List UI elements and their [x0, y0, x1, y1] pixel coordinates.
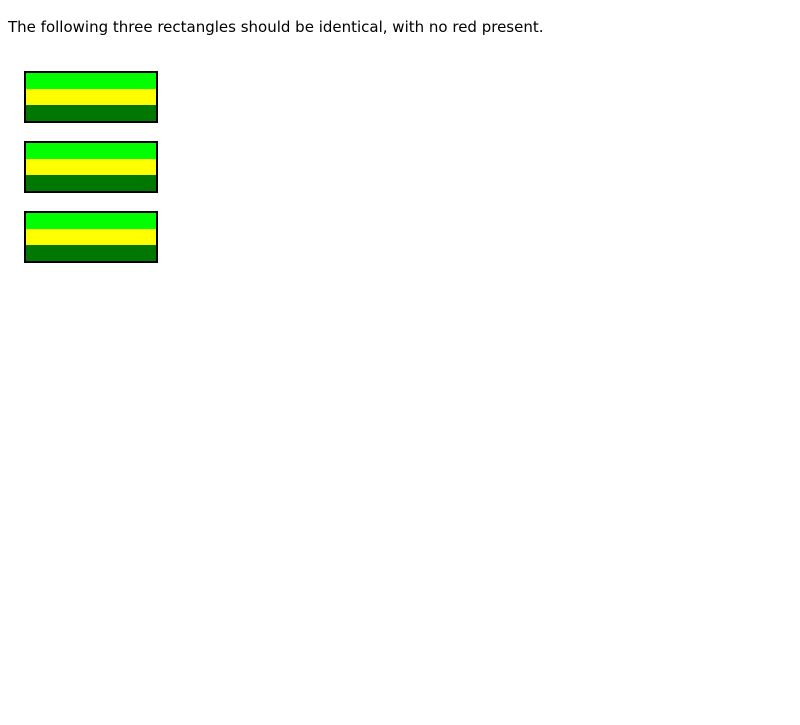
band-bottom — [26, 245, 156, 261]
test-rectangle-3 — [24, 211, 158, 263]
band-middle — [26, 229, 156, 245]
band-middle — [26, 159, 156, 175]
band-bottom — [26, 105, 156, 121]
band-bottom — [26, 175, 156, 191]
test-rectangle-2 — [24, 141, 158, 193]
instruction-text: The following three rectangles should be… — [8, 18, 544, 36]
test-rectangle-1 — [24, 71, 158, 123]
band-middle — [26, 89, 156, 105]
band-top — [26, 73, 156, 89]
band-top — [26, 213, 156, 229]
rectangle-stack — [24, 71, 158, 281]
band-top — [26, 143, 156, 159]
